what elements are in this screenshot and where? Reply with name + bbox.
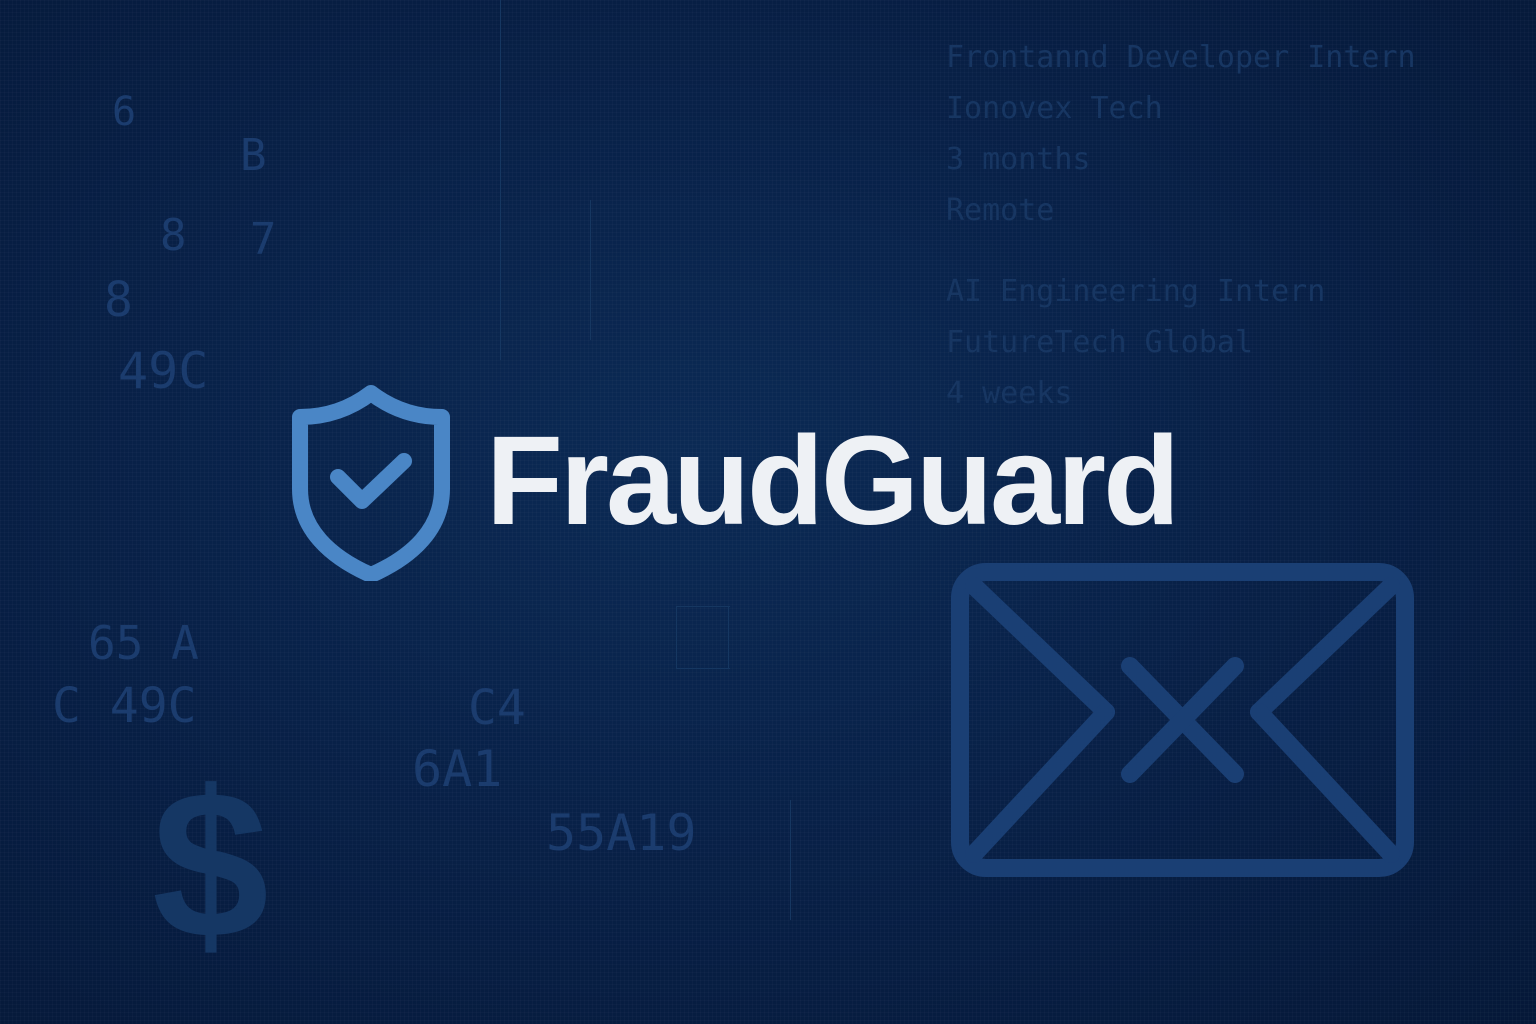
bg-line (676, 606, 730, 607)
listing-company: FutureTech Global (946, 325, 1254, 360)
listing-company: Ionovex Tech (946, 91, 1163, 126)
bg-line (500, 0, 501, 360)
bg-line (676, 668, 730, 669)
listing-1: Frontannd Developer Intern Ionovex Tech … (946, 32, 1416, 236)
bg-line (790, 800, 791, 920)
listing-title: Frontannd Developer Intern (946, 40, 1416, 75)
bg-code-6: 65 A (88, 616, 199, 670)
bg-code-11: 55A19 (546, 804, 697, 862)
brand-name: FraudGuard (486, 410, 1180, 551)
bg-code-3: 7 (250, 214, 277, 265)
bg-line (590, 200, 591, 340)
listing-2: AI Engineering Intern FutureTech Global … (946, 266, 1325, 419)
bg-code-10: B (240, 130, 267, 181)
listing-title: AI Engineering Intern (946, 274, 1326, 309)
bg-code-5: 49C (118, 342, 209, 400)
shield-check-icon (292, 385, 450, 581)
bg-line (728, 606, 729, 668)
bg-code-2: 8 (160, 210, 187, 261)
bg-code-1: 6 (112, 89, 137, 135)
listing-location: Remote (946, 193, 1055, 228)
bg-code-9: 6A1 (412, 740, 503, 798)
dollar-sign-icon: $ (152, 747, 269, 982)
bg-line (676, 606, 677, 668)
bg-code-4: 8 (104, 272, 133, 328)
listing-duration: 3 months (946, 142, 1091, 177)
envelope-icon (951, 563, 1414, 877)
bg-code-8: C4 (468, 680, 526, 736)
bg-code-7: C 49C (52, 678, 197, 734)
